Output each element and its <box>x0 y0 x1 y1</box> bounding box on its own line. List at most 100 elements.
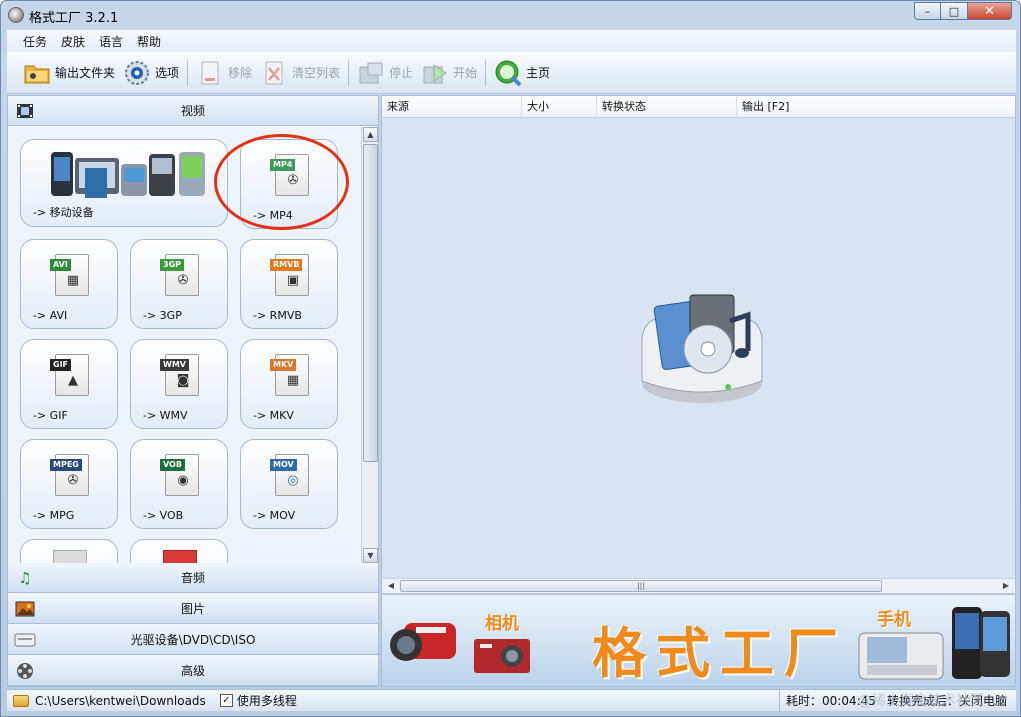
avi-tile[interactable]: AVI ▦ -> AVI <box>20 239 118 329</box>
real-media-icon: ▣ <box>286 273 300 288</box>
mp4-tile[interactable]: MP4 ✇ -> MP4 <box>240 139 338 229</box>
category-optical-header[interactable]: 光驱设备\DVD\CD\ISO <box>8 625 378 655</box>
category-scrollbar[interactable]: ▲ ▼ <box>361 127 378 563</box>
clear-list-icon <box>260 59 288 87</box>
file-list-panel: 来源 大小 转换状态 输出 [F2] ◀ ||| ▶ <box>381 95 1016 593</box>
partial-format-tile[interactable] <box>20 539 118 563</box>
scroll-right-button[interactable]: ▶ <box>999 580 1013 592</box>
remove-button[interactable]: 移除 <box>192 56 256 90</box>
scroll-left-button[interactable]: ◀ <box>384 580 398 592</box>
scroll-down-button[interactable]: ▼ <box>363 548 378 563</box>
wmv-tile[interactable]: WMV ◙ -> WMV <box>130 339 228 429</box>
app-window: 格式工厂 3.2.1 – □ ✕ 任务 皮肤 语言 帮助 输出文件夹 选项 移除 <box>0 0 1021 717</box>
output-path[interactable]: C:\Users\kentwei\Downloads <box>35 694 206 708</box>
format-tag: MOV <box>270 459 297 471</box>
menu-skin[interactable]: 皮肤 <box>61 33 85 50</box>
format-tag: VOB <box>160 459 185 471</box>
toolbar-separator <box>485 59 487 86</box>
mpg-tile[interactable]: MPEG ✇ -> MPG <box>20 439 118 529</box>
stop-icon <box>357 59 385 87</box>
film-strip-icon: ▦ <box>286 373 300 388</box>
scroll-up-button[interactable]: ▲ <box>363 127 378 142</box>
multithread-checkbox[interactable]: ✓ <box>219 694 233 707</box>
menu-task[interactable]: 任务 <box>23 33 47 50</box>
promo-banner: 相机 格式工厂 手机 <box>381 594 1016 687</box>
digital-camera-icon <box>472 635 532 675</box>
picture-icon: ▲ <box>68 373 78 388</box>
horizontal-scroll-thumb[interactable]: ||| <box>400 580 882 592</box>
mobile-devices-icon <box>49 148 209 200</box>
format-tag: GIF <box>50 359 72 371</box>
gif-tile[interactable]: GIF ▲ -> GIF <box>20 339 118 429</box>
folder-icon[interactable] <box>13 694 29 707</box>
mkv-file-icon: MKV ▦ <box>270 354 309 396</box>
mobile-device-tile[interactable]: -> 移动设备 <box>20 139 228 227</box>
partial-format-tile[interactable] <box>130 539 228 563</box>
mobile-phone-icon <box>944 603 1014 683</box>
tile-label: -> AVI <box>33 309 68 322</box>
tile-label: -> MOV <box>253 509 296 522</box>
tile-label: -> MPG <box>33 509 75 522</box>
banner-title: 格式工厂 <box>592 621 848 685</box>
elapsed-time: 耗时：00:04:45 <box>779 690 876 712</box>
after-convert-action[interactable]: 转换完成后：关闭电脑 <box>887 690 1007 712</box>
file-list-horizontal-scrollbar[interactable]: ◀ ||| ▶ <box>382 578 1015 593</box>
clear-list-label: 清空列表 <box>292 66 341 80</box>
status-bar: C:\Users\kentwei\Downloads ✓ 使用多线程 耗时：00… <box>7 689 1016 712</box>
clear-list-button[interactable]: 清空列表 <box>256 56 344 90</box>
menu-bar: 任务 皮肤 语言 帮助 <box>7 30 1016 52</box>
scroll-thumb[interactable] <box>363 144 378 462</box>
format-tag: MPEG <box>50 459 82 471</box>
column-output[interactable]: 输出 [F2] <box>737 96 1015 118</box>
category-audio-header[interactable]: ♫ 音频 <box>8 563 378 593</box>
3gp-tile[interactable]: 3GP ✇ -> 3GP <box>130 239 228 329</box>
film-strip-icon: ▦ <box>66 273 80 288</box>
mov-file-icon: MOV ◎ <box>270 454 309 496</box>
options-button[interactable]: 选项 <box>119 56 183 90</box>
column-status[interactable]: 转换状态 <box>597 96 737 118</box>
stop-button[interactable]: 停止 <box>353 56 417 90</box>
format-tag: AVI <box>50 259 71 271</box>
tile-label: -> MKV <box>253 409 294 422</box>
folder-icon <box>23 59 51 87</box>
gear-icon <box>123 59 151 87</box>
format-tag: RMVB <box>270 259 303 271</box>
start-label: 开始 <box>453 66 478 80</box>
column-source[interactable]: 来源 <box>382 96 522 118</box>
tile-label: -> 3GP <box>143 309 182 322</box>
wmv-file-icon: WMV ◙ <box>160 354 199 396</box>
tile-label: -> VOB <box>143 509 184 522</box>
film-reel-icon: ✇ <box>177 273 189 288</box>
vob-tile[interactable]: VOB ◉ -> VOB <box>130 439 228 529</box>
mp4-file-icon: MP4 ✇ <box>270 154 309 196</box>
toolbar-separator <box>187 59 189 86</box>
disc-video-icon: ◉ <box>177 473 189 488</box>
remove-label: 移除 <box>228 66 253 80</box>
file-icon <box>163 550 197 563</box>
maximize-button[interactable]: □ <box>940 2 968 20</box>
minimize-button[interactable]: – <box>914 2 941 20</box>
mov-tile[interactable]: MOV ◎ -> MOV <box>240 439 338 529</box>
format-tag: 3GP <box>160 259 184 271</box>
play-icon <box>421 59 449 87</box>
toolbar-separator <box>348 59 350 86</box>
category-image-header[interactable]: 图片 <box>8 594 378 624</box>
app-logo-icon <box>8 7 24 23</box>
home-button[interactable]: 主页 <box>490 56 554 90</box>
start-button[interactable]: 开始 <box>417 56 481 90</box>
rmvb-tile[interactable]: RMVB ▣ -> RMVB <box>240 239 338 329</box>
category-advanced-header[interactable]: 高级 <box>8 656 378 686</box>
menu-language[interactable]: 语言 <box>99 33 123 50</box>
file-list-header: 来源 大小 转换状态 输出 [F2] <box>382 96 1015 118</box>
category-audio-label: 音频 <box>180 571 205 585</box>
column-size[interactable]: 大小 <box>522 96 597 118</box>
category-video-header[interactable]: 视频 <box>8 96 378 126</box>
close-button[interactable]: ✕ <box>967 2 1012 20</box>
mkv-tile[interactable]: MKV ▦ -> MKV <box>240 339 338 429</box>
format-factory-logo-icon <box>632 291 772 411</box>
camcorder-icon <box>386 613 466 673</box>
menu-help[interactable]: 帮助 <box>137 33 161 50</box>
format-tag: MKV <box>270 359 297 371</box>
output-folder-label: 输出文件夹 <box>55 66 116 80</box>
output-folder-button[interactable]: 输出文件夹 <box>19 56 119 90</box>
